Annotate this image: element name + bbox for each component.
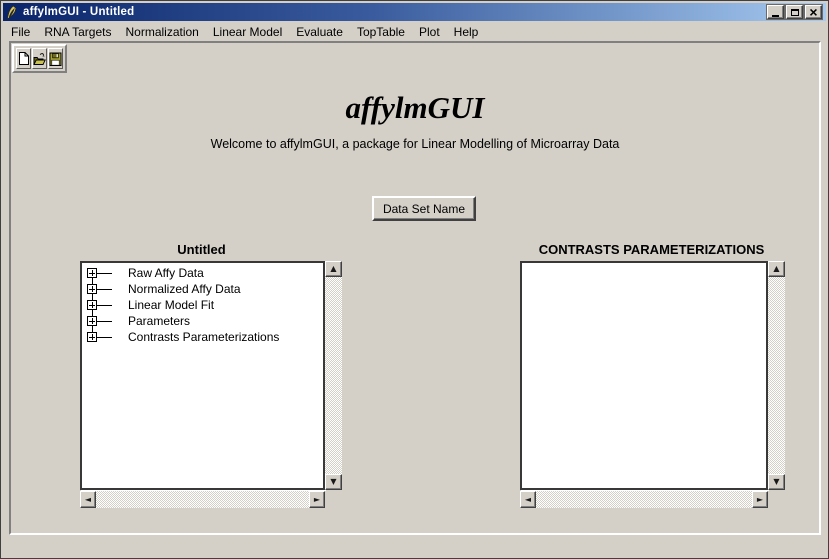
window-controls: × <box>767 5 824 19</box>
menu-item-toptable[interactable]: TopTable <box>350 23 412 41</box>
scrollbar-track[interactable] <box>768 277 785 474</box>
menu-item-file[interactable]: File <box>4 23 37 41</box>
window-title: affylmGUI - Untitled <box>23 6 767 18</box>
data-tree: Raw Affy Data Normalized Affy Data Linea… <box>82 263 323 345</box>
titlebar[interactable]: affylmGUI - Untitled × <box>3 3 826 21</box>
menu-item-help[interactable]: Help <box>447 23 486 41</box>
scrollbar-track[interactable] <box>536 491 752 508</box>
dataset-name-button[interactable]: Data Set Name <box>372 196 476 221</box>
app-icon <box>5 5 20 20</box>
right-horizontal-scrollbar[interactable]: ◄ ► <box>520 491 768 508</box>
tree-branch-line <box>97 321 112 322</box>
new-file-icon <box>18 51 30 66</box>
scroll-down-icon: ▼ <box>773 478 779 486</box>
tree-item-label: Linear Model Fit <box>128 298 214 312</box>
menu-item-evaluate[interactable]: Evaluate <box>289 23 350 41</box>
tree-branch-line <box>97 289 112 290</box>
new-file-button[interactable] <box>16 48 31 69</box>
left-panel-header: Untitled <box>78 242 325 258</box>
scroll-left-icon: ◄ <box>85 496 91 504</box>
close-button[interactable]: × <box>805 5 822 19</box>
menu-item-linear-model[interactable]: Linear Model <box>206 23 289 41</box>
left-horizontal-scrollbar[interactable]: ◄ ► <box>80 491 325 508</box>
app-window: affylmGUI - Untitled × File RNA Targets … <box>0 0 829 559</box>
right-vertical-scrollbar[interactable]: ▲ ▼ <box>768 261 785 490</box>
welcome-text: Welcome to affylmGUI, a package for Line… <box>11 137 819 151</box>
scroll-up-icon: ▲ <box>773 265 779 273</box>
maximize-button[interactable] <box>786 5 803 19</box>
scroll-left-button[interactable]: ◄ <box>80 491 96 508</box>
minimize-button[interactable] <box>767 5 784 19</box>
main-frame: affylmGUI Welcome to affylmGUI, a packag… <box>9 41 821 535</box>
left-panel-listbox[interactable]: Raw Affy Data Normalized Affy Data Linea… <box>80 261 325 490</box>
tree-branch-line <box>97 337 112 338</box>
scroll-down-button[interactable]: ▼ <box>768 474 785 490</box>
left-vertical-scrollbar[interactable]: ▲ ▼ <box>325 261 342 490</box>
menu-item-rna-targets[interactable]: RNA Targets <box>37 23 118 41</box>
scroll-up-icon: ▲ <box>330 265 336 273</box>
menu-item-normalization[interactable]: Normalization <box>119 23 206 41</box>
tree-expand-icon[interactable] <box>87 332 97 342</box>
scroll-right-icon: ► <box>314 496 320 504</box>
scrollbar-track[interactable] <box>325 277 342 474</box>
open-folder-icon <box>33 51 46 67</box>
tree-branch-line <box>97 305 112 306</box>
menubar: File RNA Targets Normalization Linear Mo… <box>3 22 826 41</box>
contrasts-listbox[interactable] <box>520 261 768 490</box>
save-file-button[interactable] <box>48 48 63 69</box>
tree-item-label: Normalized Affy Data <box>128 282 241 296</box>
scroll-right-icon: ► <box>757 496 763 504</box>
open-file-button[interactable] <box>32 48 47 69</box>
maximize-icon <box>791 9 799 16</box>
tree-item-parameters[interactable]: Parameters <box>82 313 323 329</box>
tree-item-normalized-affy-data[interactable]: Normalized Affy Data <box>82 281 323 297</box>
scroll-left-icon: ◄ <box>525 496 531 504</box>
tree-item-label: Raw Affy Data <box>128 266 204 280</box>
scroll-up-button[interactable]: ▲ <box>768 261 785 277</box>
tree-item-label: Contrasts Parameterizations <box>128 330 279 344</box>
tree-expand-icon[interactable] <box>87 268 97 278</box>
tree-branch-line <box>97 273 112 274</box>
app-title: affylmGUI <box>11 90 819 126</box>
tree-expand-icon[interactable] <box>87 300 97 310</box>
scroll-left-button[interactable]: ◄ <box>520 491 536 508</box>
tree-item-contrasts-parameterizations[interactable]: Contrasts Parameterizations <box>82 329 323 345</box>
minimize-icon <box>772 15 779 17</box>
tree-item-linear-model-fit[interactable]: Linear Model Fit <box>82 297 323 313</box>
tree-item-label: Parameters <box>128 314 190 328</box>
toolbar <box>12 44 67 73</box>
scroll-up-button[interactable]: ▲ <box>325 261 342 277</box>
scroll-down-icon: ▼ <box>330 478 336 486</box>
tree-item-raw-affy-data[interactable]: Raw Affy Data <box>82 265 323 281</box>
tree-expand-icon[interactable] <box>87 316 97 326</box>
scrollbar-track[interactable] <box>96 491 309 508</box>
right-panel-header: CONTRASTS PARAMETERIZATIONS <box>518 242 785 258</box>
menu-item-plot[interactable]: Plot <box>412 23 447 41</box>
close-icon: × <box>809 7 817 18</box>
save-icon <box>49 51 62 67</box>
tree-expand-icon[interactable] <box>87 284 97 294</box>
scroll-down-button[interactable]: ▼ <box>325 474 342 490</box>
scroll-right-button[interactable]: ► <box>752 491 768 508</box>
scroll-right-button[interactable]: ► <box>309 491 325 508</box>
